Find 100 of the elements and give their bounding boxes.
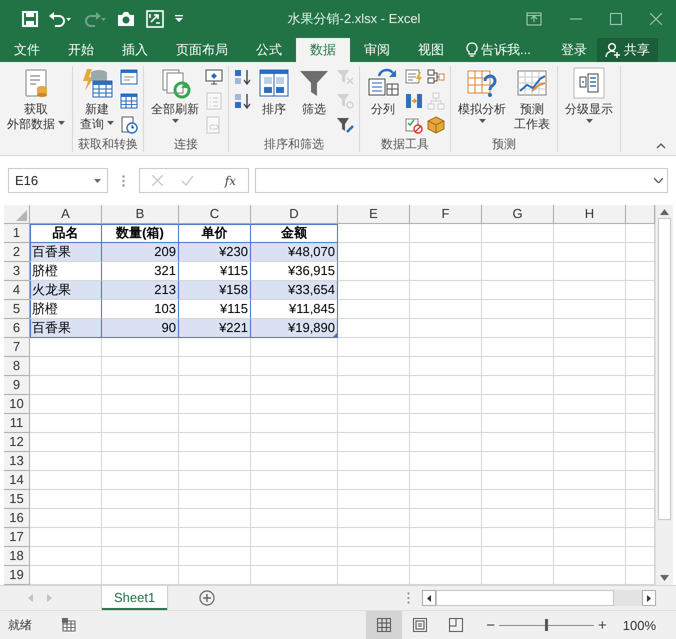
empty-cell[interactable] <box>554 243 626 262</box>
empty-cell[interactable] <box>482 547 554 566</box>
window-table-icon[interactable] <box>120 68 138 86</box>
empty-cell[interactable] <box>102 547 179 566</box>
empty-cell[interactable] <box>410 490 482 509</box>
empty-cell[interactable] <box>410 433 482 452</box>
empty-cell[interactable] <box>251 471 338 490</box>
empty-cell[interactable] <box>554 281 626 300</box>
row-header[interactable]: 3 <box>4 262 30 281</box>
row-header[interactable]: 8 <box>4 357 30 376</box>
funnel-button[interactable]: 筛选 <box>296 66 332 118</box>
empty-cell[interactable] <box>251 376 338 395</box>
empty-cell[interactable] <box>338 395 410 414</box>
empty-cell[interactable] <box>482 433 554 452</box>
enter-check-icon[interactable] <box>181 175 194 186</box>
empty-cell[interactable] <box>410 452 482 471</box>
empty-cell[interactable] <box>179 471 251 490</box>
cancel-icon[interactable] <box>152 175 163 186</box>
empty-cell[interactable] <box>554 395 626 414</box>
macro-record-icon[interactable] <box>62 618 76 632</box>
ribbon-tab[interactable]: 审阅 <box>350 38 404 62</box>
boxes-arrow-icon[interactable] <box>427 68 445 86</box>
row-header[interactable]: 1 <box>4 224 30 243</box>
empty-cell[interactable] <box>338 433 410 452</box>
empty-cell[interactable] <box>338 224 410 243</box>
column-header[interactable]: D <box>251 205 338 224</box>
screen-icon[interactable] <box>146 10 164 28</box>
row-header[interactable]: 18 <box>4 547 30 566</box>
empty-cell[interactable] <box>179 357 251 376</box>
row-header[interactable]: 12 <box>4 433 30 452</box>
zoom-in-button[interactable]: + <box>594 611 611 639</box>
empty-cell[interactable] <box>251 547 338 566</box>
empty-cell[interactable] <box>251 357 338 376</box>
document-clock-icon[interactable] <box>120 116 138 134</box>
row-header[interactable]: 13 <box>4 452 30 471</box>
empty-cell[interactable] <box>410 300 482 319</box>
scroll-right-icon[interactable] <box>47 594 52 602</box>
empty-cell[interactable] <box>410 395 482 414</box>
empty-cell[interactable] <box>482 376 554 395</box>
empty-cell[interactable] <box>410 528 482 547</box>
list-lightning-icon[interactable] <box>405 68 423 86</box>
empty-cell[interactable] <box>482 395 554 414</box>
ribbon-tab[interactable]: 公式 <box>242 38 296 62</box>
drag-handle-icon[interactable] <box>122 174 125 186</box>
scroll-thumb[interactable] <box>658 218 671 520</box>
scroll-left-button[interactable] <box>422 590 436 606</box>
document-cylinder-button[interactable]: 获取 外部数据 <box>5 66 67 133</box>
empty-cell[interactable] <box>554 509 626 528</box>
row-header[interactable]: 17 <box>4 528 30 547</box>
empty-cell[interactable] <box>102 452 179 471</box>
sheet-tab[interactable]: Sheet1 <box>102 586 168 610</box>
empty-cell[interactable] <box>410 319 482 338</box>
empty-cell[interactable] <box>251 452 338 471</box>
ribbon-tab[interactable]: 开始 <box>54 38 108 62</box>
row-header[interactable]: 10 <box>4 395 30 414</box>
empty-cell[interactable] <box>338 471 410 490</box>
column-header[interactable]: E <box>338 205 410 224</box>
empty-cell[interactable] <box>338 452 410 471</box>
normal-view-button[interactable] <box>366 611 402 639</box>
line-chart-button[interactable]: 预测 工作表 <box>512 66 552 133</box>
tell-me-link[interactable]: 告诉我... <box>481 41 531 59</box>
empty-cell[interactable] <box>482 319 554 338</box>
empty-cell[interactable] <box>554 338 626 357</box>
empty-cell[interactable] <box>482 338 554 357</box>
pages-refresh-button[interactable]: 全部刷新 <box>149 66 201 124</box>
cube-icon[interactable] <box>427 116 445 134</box>
sort-ascending-icon[interactable] <box>234 68 252 86</box>
row-header[interactable]: 4 <box>4 281 30 300</box>
empty-cell[interactable] <box>179 338 251 357</box>
camera-icon[interactable] <box>116 11 136 27</box>
empty-cell[interactable] <box>179 395 251 414</box>
empty-cell[interactable] <box>554 452 626 471</box>
empty-cell[interactable] <box>482 490 554 509</box>
scroll-left-icon[interactable] <box>28 594 33 602</box>
empty-cell[interactable] <box>554 357 626 376</box>
sort-grid-button[interactable]: 排序 <box>256 66 292 118</box>
add-sheet-icon[interactable] <box>199 590 216 606</box>
customize-caret-icon[interactable] <box>174 14 184 24</box>
row-header[interactable]: 6 <box>4 319 30 338</box>
undo-icon[interactable] <box>48 11 72 27</box>
empty-cell[interactable] <box>482 528 554 547</box>
grid-question-button[interactable]: 模拟分析 <box>456 66 508 124</box>
checklist-icon[interactable] <box>405 116 423 134</box>
maximize-icon[interactable] <box>610 13 622 25</box>
empty-cell[interactable] <box>179 376 251 395</box>
empty-cell[interactable] <box>338 300 410 319</box>
save-icon[interactable] <box>22 11 38 27</box>
zoom-level[interactable]: 100% <box>610 611 676 639</box>
column-header[interactable]: F <box>410 205 482 224</box>
empty-cell[interactable] <box>102 528 179 547</box>
empty-cell[interactable] <box>554 490 626 509</box>
empty-cell[interactable] <box>410 338 482 357</box>
resize-handle-icon[interactable] <box>333 333 337 337</box>
empty-cell[interactable] <box>179 547 251 566</box>
empty-cell[interactable] <box>554 300 626 319</box>
column-header[interactable]: G <box>482 205 554 224</box>
empty-cell[interactable] <box>410 376 482 395</box>
empty-cell[interactable] <box>554 262 626 281</box>
empty-cell[interactable] <box>102 433 179 452</box>
row-header[interactable]: 2 <box>4 243 30 262</box>
